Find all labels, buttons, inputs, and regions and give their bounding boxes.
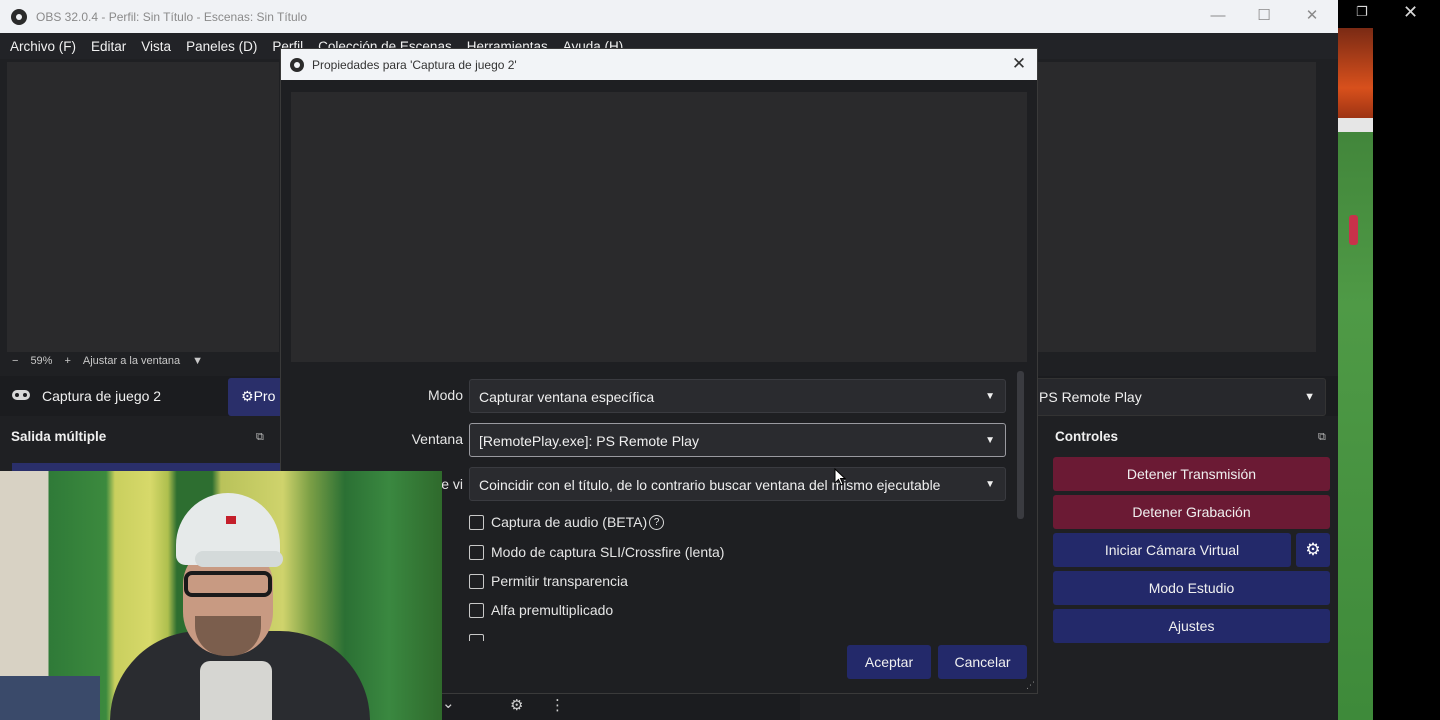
- mode-select-value: Capturar ventana específica: [479, 389, 655, 405]
- window-select[interactable]: [RemotePlay.exe]: PS Remote Play ▼: [469, 423, 1006, 457]
- transparency-checkbox[interactable]: [469, 573, 484, 589]
- gear-icon: ⚙: [1305, 540, 1321, 559]
- chevron-down-icon: ▼: [985, 391, 995, 402]
- chevron-down-icon[interactable]: ⌄: [442, 694, 455, 712]
- mouse-cursor-icon: [834, 468, 846, 486]
- game-player: [1349, 215, 1358, 245]
- menu-editar[interactable]: Editar: [91, 39, 126, 54]
- zoom-in-button[interactable]: +: [64, 355, 70, 367]
- properties-button[interactable]: ⚙Pro: [228, 378, 288, 416]
- undock-icon[interactable]: ⧉: [1318, 431, 1326, 444]
- resize-grip-icon[interactable]: ⋰: [1026, 680, 1035, 691]
- stop-stream-button[interactable]: Detener Transmisión: [1053, 457, 1330, 491]
- window-match-priority-value: Coincidir con el título, de lo contrario…: [479, 477, 941, 493]
- premultiplied-alpha-checkbox[interactable]: [469, 602, 484, 618]
- game-stadium-stand: [1338, 28, 1373, 128]
- outer-close-button[interactable]: ✕: [1403, 0, 1423, 26]
- help-icon[interactable]: ?: [649, 514, 665, 530]
- webcam-overlay: [0, 471, 442, 720]
- dialog-scrollbar[interactable]: [1017, 371, 1024, 519]
- premultiplied-alpha-label: Alfa premultiplicado: [491, 602, 614, 618]
- audio-capture-label: Captura de audio (BETA): [491, 514, 648, 530]
- sli-crossfire-checkbox[interactable]: [469, 544, 484, 560]
- gear-icon: ⚙: [241, 388, 254, 404]
- partial-checkbox[interactable]: [469, 634, 484, 641]
- minimize-button[interactable]: —: [1206, 5, 1230, 27]
- cancel-button[interactable]: Cancelar: [938, 645, 1027, 679]
- webcam-foreground-object: [0, 676, 100, 720]
- zoom-fit-label[interactable]: Ajustar a la ventana: [83, 355, 180, 367]
- mode-select[interactable]: Capturar ventana específica ▼: [469, 379, 1006, 413]
- game-pitch-line: [1338, 118, 1373, 132]
- obs-logo-icon: [11, 8, 27, 25]
- dock-title-controles: Controles: [1055, 429, 1119, 444]
- window-match-priority-select[interactable]: Coincidir con el título, de lo contrario…: [469, 467, 1006, 501]
- start-virtual-camera-button[interactable]: Iniciar Cámara Virtual: [1053, 533, 1291, 567]
- window-quick-select-value: PS Remote Play: [1039, 389, 1142, 405]
- dialog-title: Propiedades para 'Captura de juego 2': [312, 57, 517, 72]
- cap-logo: [226, 516, 236, 524]
- chevron-down-icon: ▼: [985, 479, 995, 490]
- more-options-icon[interactable]: ⋮: [550, 696, 565, 714]
- audio-capture-checkbox[interactable]: [469, 514, 484, 530]
- virtual-camera-settings-button[interactable]: ⚙: [1296, 533, 1330, 567]
- gears-icon[interactable]: ⚙: [510, 696, 523, 714]
- zoom-bar: − 59% + Ajustar a la ventana ▼: [0, 352, 280, 370]
- sli-crossfire-checkbox-row[interactable]: Modo de captura SLI/Crossfire (lenta): [469, 542, 724, 562]
- close-button[interactable]: ✕: [1300, 5, 1324, 27]
- zoom-out-button[interactable]: −: [12, 355, 18, 367]
- webcam-person-shirt: [200, 661, 272, 720]
- bottom-toolbar: ⌄ ⚙ ⋮: [440, 692, 800, 720]
- undock-icon[interactable]: ⧉: [256, 431, 264, 444]
- webcam-person-glasses: [184, 571, 272, 597]
- accept-button[interactable]: Aceptar: [847, 645, 931, 679]
- menu-vista[interactable]: Vista: [141, 39, 171, 54]
- partial-checkbox-row[interactable]: [469, 634, 739, 641]
- zoom-value: 59%: [30, 355, 53, 367]
- audio-capture-checkbox-row[interactable]: Captura de audio (BETA) ?: [469, 512, 665, 532]
- maximize-button[interactable]: ☐: [1252, 5, 1276, 27]
- outer-maximize-button[interactable]: ❐: [1356, 0, 1374, 26]
- studio-mode-button[interactable]: Modo Estudio: [1053, 571, 1330, 605]
- window-label: Ventana: [411, 431, 463, 447]
- menu-archivo[interactable]: Archivo (F): [10, 39, 76, 54]
- transparency-checkbox-row[interactable]: Permitir transparencia: [469, 571, 628, 591]
- preview-canvas-left[interactable]: [7, 62, 279, 352]
- chevron-down-icon: ▼: [985, 435, 995, 446]
- window-quick-select[interactable]: PS Remote Play ▼: [1030, 378, 1326, 416]
- obs-window-title: OBS 32.0.4 - Perfil: Sin Título - Escena…: [36, 9, 308, 24]
- mode-label: Modo: [427, 387, 463, 403]
- gamepad-icon: [11, 388, 31, 405]
- menu-paneles[interactable]: Paneles (D): [186, 39, 257, 54]
- stop-record-button[interactable]: Detener Grabación: [1053, 495, 1330, 529]
- premultiplied-alpha-checkbox-row[interactable]: Alfa premultiplicado: [469, 600, 613, 620]
- preview-canvas-right[interactable]: [1037, 62, 1316, 352]
- properties-button-label: Pro: [253, 388, 276, 404]
- chevron-down-icon: ▼: [1304, 391, 1315, 403]
- sli-crossfire-label: Modo de captura SLI/Crossfire (lenta): [491, 544, 725, 560]
- dialog-preview: [291, 92, 1027, 362]
- dock-title-salida-multiple: Salida múltiple: [11, 429, 107, 444]
- chevron-down-icon[interactable]: ▼: [192, 355, 203, 367]
- window-select-value: [RemotePlay.exe]: PS Remote Play: [479, 433, 699, 449]
- source-name: Captura de juego 2: [42, 388, 162, 404]
- settings-button[interactable]: Ajustes: [1053, 609, 1330, 643]
- obs-logo-icon: [290, 57, 304, 72]
- transparency-label: Permitir transparencia: [491, 573, 628, 589]
- dialog-titlebar: Propiedades para 'Captura de juego 2' ✕: [281, 49, 1037, 80]
- dialog-close-button[interactable]: ✕: [1009, 53, 1029, 75]
- webcam-person-cap-brim: [195, 551, 283, 567]
- obs-titlebar: OBS 32.0.4 - Perfil: Sin Título - Escena…: [0, 0, 1338, 33]
